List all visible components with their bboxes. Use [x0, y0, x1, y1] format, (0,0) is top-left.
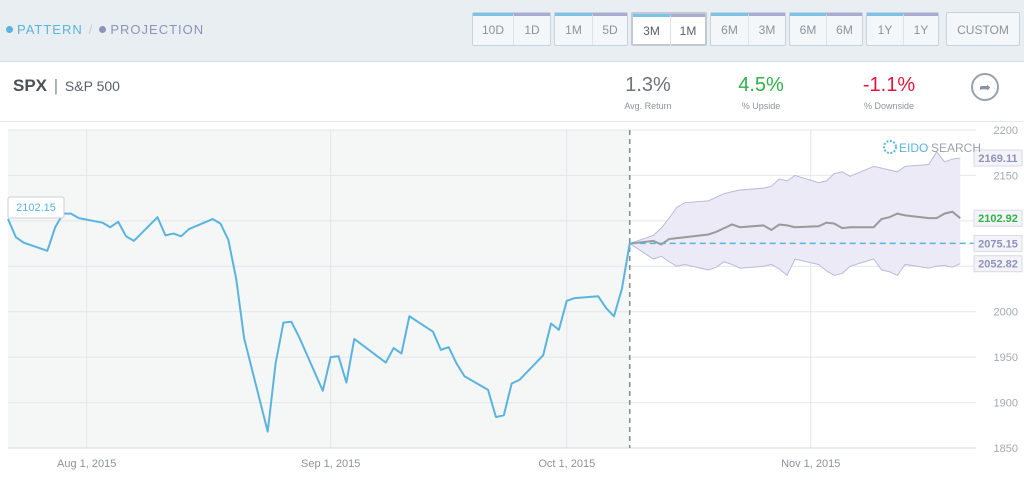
- y-tick-label: 1900: [994, 398, 1018, 410]
- y-tick-label: 1850: [994, 443, 1018, 455]
- x-tick-label: Sep 1, 2015: [301, 458, 360, 470]
- y-tick-label: 2150: [994, 170, 1018, 182]
- price-chart: 18501900195020002050210021502200Aug 1, 2…: [7, 125, 1023, 470]
- watermark-part2: SEARCH: [931, 141, 981, 155]
- start-value-label: 2102.15: [16, 202, 56, 214]
- x-tick-label: Oct 1, 2015: [538, 458, 595, 470]
- y-tick-label: 1950: [994, 352, 1018, 364]
- pattern-area-background: [8, 130, 630, 448]
- y-tick-label: 2000: [994, 307, 1018, 319]
- x-tick-label: Nov 1, 2015: [781, 458, 840, 470]
- current-end-label: 2075.15: [978, 238, 1018, 250]
- y-tick-label: 2200: [994, 125, 1018, 137]
- lower-end-label: 2052.82: [978, 259, 1018, 271]
- upper-end-label: 2169.11: [978, 153, 1017, 165]
- watermark-part1: EIDO: [899, 141, 928, 155]
- x-tick-label: Aug 1, 2015: [57, 458, 116, 470]
- mean-end-label: 2102.92: [978, 213, 1018, 225]
